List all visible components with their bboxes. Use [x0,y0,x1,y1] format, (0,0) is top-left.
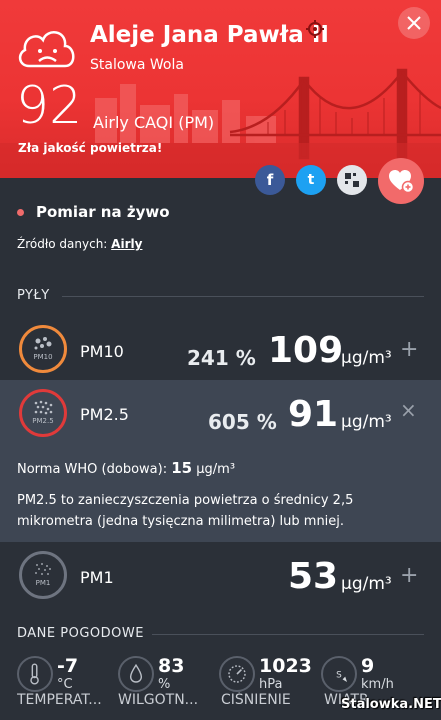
twitter-share-button[interactable]: t [296,165,326,195]
dust-section-title: PYŁY [17,288,50,303]
pm10-icon: PM10 [19,325,67,373]
live-measurement-heading: Pomiar na żywo [17,203,170,221]
close-button[interactable] [398,7,430,39]
pm1-icon: PM1 [19,551,67,599]
pressure-label: CIŚNIENIE [221,692,291,708]
sad-cloud-icon [18,31,75,68]
humidity-value: 83 [158,655,185,677]
pm10-expand-icon[interactable]: + [400,337,418,362]
station-header: Aleje Jana Pawła II Stalowa Wola 92 Airl… [0,0,441,178]
facebook-share-button[interactable]: f [255,165,285,195]
particles-icon [34,400,53,415]
pm25-value: 91 [288,394,339,435]
pm10-percent: 241 % [187,346,256,370]
qr-code-icon [345,173,359,187]
who-norm-value: 15 [171,459,193,477]
pm10-name: PM10 [80,342,124,361]
temperature-value: -7 [57,655,79,677]
pm1-row[interactable]: PM1 PM1 53 µg/m³ + [0,548,441,606]
who-norm-unit: µg/m³ [196,462,236,477]
section-divider [62,296,424,297]
particles-icon [35,563,51,575]
pm25-percent: 605 % [208,410,277,434]
pm25-collapse-icon[interactable]: × [400,398,417,422]
pm25-icon-label: PM2.5 [32,417,54,425]
pm1-unit: µg/m³ [341,574,392,594]
pressure-unit: hPa [259,677,283,692]
twitter-icon: t [307,172,315,188]
pm1-icon-label: PM1 [35,579,51,587]
pm25-description: PM2.5 to zanieczyszczenia powietrza o śr… [17,493,354,529]
pm25-unit: µg/m³ [341,412,392,432]
air-quality-status: Zła jakość powietrza! [18,141,163,155]
humidity-label: WILGOTN... [118,692,199,708]
aqi-label: Airly CAQI (PM) [93,113,215,132]
data-source-prefix: Źródło danych: [17,237,108,251]
svg-text:S: S [336,671,342,681]
pm1-value: 53 [288,556,339,597]
humidity-icon [118,656,154,692]
pm10-value: 109 [268,330,344,371]
facebook-icon: f [266,171,274,189]
pm10-icon-label: PM10 [33,353,53,361]
add-favorite-button[interactable] [378,158,424,204]
watermark: Stalowka.NET [341,697,441,712]
aqi-value: 92 [16,76,83,136]
data-source: Źródło danych: Airly [17,237,142,251]
pm10-unit: µg/m³ [341,348,392,368]
weather-section-title: DANE POGODOWE [17,626,144,641]
station-name: Aleje Jana Pawła II [90,22,329,48]
location-target-icon[interactable] [306,20,324,38]
pressure-gauge-icon [219,656,255,692]
pm10-row[interactable]: PM10 PM10 241 % 109 µg/m³ + [0,322,441,380]
temperature-unit: °C [57,677,73,692]
who-norm: Norma WHO (dobowa): 15 µg/m³ [17,459,235,477]
data-source-link[interactable]: Airly [111,237,142,251]
qr-code-button[interactable] [337,165,367,195]
particles-icon [34,337,52,350]
temperature-label: TEMPERAT... [17,692,102,708]
humidity-unit: % [158,677,171,692]
pressure-value: 1023 [259,655,312,677]
heart-plus-icon [389,170,414,193]
live-dot-icon [17,208,24,216]
pm25-icon: PM2.5 [19,389,67,437]
pm25-name: PM2.5 [80,405,129,424]
pm1-name: PM1 [80,568,114,587]
wind-compass-icon: S [321,656,357,692]
wind-unit: km/h [361,677,394,692]
close-icon [407,16,421,30]
pm1-expand-icon[interactable]: + [400,563,418,588]
section-divider [152,634,424,635]
city-name: Stalowa Wola [90,57,184,73]
who-norm-label: Norma WHO (dobowa): [17,462,168,477]
wind-value: 9 [361,655,375,677]
live-measurement-label: Pomiar na żywo [36,203,170,221]
thermometer-icon [17,656,53,692]
